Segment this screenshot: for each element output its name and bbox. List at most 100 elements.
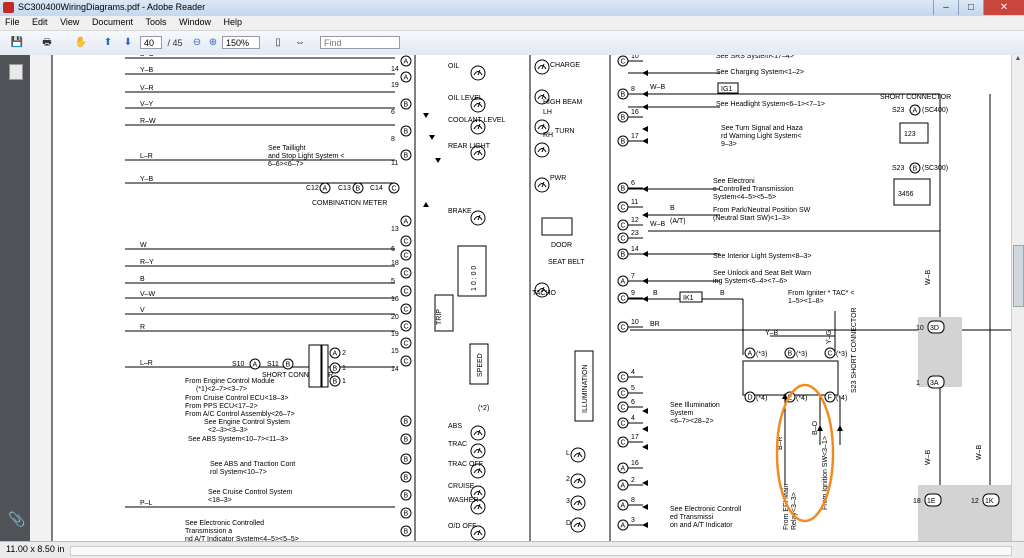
note-ect-left-2: Transmission a	[185, 528, 232, 535]
menu-file[interactable]: File	[0, 16, 25, 28]
connector-letter: B	[286, 362, 291, 369]
right-pin-number: 5	[631, 385, 635, 392]
wire-label-b2: B	[653, 290, 658, 297]
right-pin-number: 2	[631, 477, 635, 484]
document-view[interactable]: B–OY–BV–RV–YR–WL–RY–BWR–YBV–WVRL–RP–LA14…	[30, 55, 1012, 541]
arrow-icon	[642, 138, 648, 144]
wire-color-label: B–O	[140, 55, 155, 58]
2-label: 2	[566, 476, 570, 483]
left-pin-number: 11	[391, 160, 398, 167]
left-pin-number: 5	[391, 278, 395, 285]
hand-tool-icon[interactable]: ✋	[70, 35, 92, 51]
connector-letter: B	[404, 493, 409, 500]
note-turn-2: rd Warning Light System<	[721, 133, 801, 140]
connector-letter: B	[621, 252, 626, 259]
scroll-up-icon[interactable]: ▲	[1012, 55, 1024, 67]
horizontal-scrollbar[interactable]	[70, 546, 1012, 556]
connector-letter: B	[404, 129, 409, 136]
connector-letter: A	[621, 279, 626, 286]
zoom-select[interactable]: 150%	[222, 36, 260, 49]
right-pin-number: 23	[631, 230, 639, 237]
junction-pin: 1	[916, 380, 920, 387]
lamp-label: TRAC OFF	[448, 461, 483, 468]
diode-icon	[429, 135, 435, 140]
junction-pin: 10	[916, 325, 924, 332]
illumination-label: ILLUMINATION	[582, 365, 589, 414]
indicator-lamp	[534, 142, 550, 158]
junction-label: 1E	[927, 498, 936, 505]
right-pin-number: 12	[631, 217, 639, 224]
left-pin-number: 8	[391, 136, 395, 143]
close-button[interactable]: ✕	[983, 0, 1024, 15]
vertical-scrollbar[interactable]: ▲	[1011, 55, 1024, 541]
junction-block-lower	[918, 485, 1012, 541]
minimize-button[interactable]: –	[933, 0, 958, 15]
lh-label: LH	[543, 109, 552, 116]
indicator-lamp	[470, 65, 486, 81]
connector-letter: A	[621, 466, 626, 473]
fit-width-icon[interactable]: ⇔	[292, 35, 308, 51]
note-ect2-2: ed Transmissi	[670, 514, 714, 521]
ig1-label: IG1	[721, 86, 732, 93]
find-input[interactable]: Find	[320, 36, 400, 49]
next-page-icon[interactable]: ⬇	[120, 35, 136, 51]
scroll-thumb[interactable]	[1013, 245, 1024, 307]
wire-label-yg: Y–G	[826, 330, 833, 344]
s23-sc300: S23	[892, 165, 905, 172]
zoom-in-icon[interactable]: ⊕	[206, 35, 220, 51]
wire-label-wb5: W–B	[976, 445, 983, 461]
lamp-label: O/D OFF	[448, 523, 476, 530]
right-pin-number: 3	[631, 517, 635, 524]
wire-color-label: W	[140, 242, 147, 249]
connector-letter: B	[404, 153, 409, 160]
maximize-button[interactable]: □	[958, 0, 983, 15]
diode-icon	[423, 113, 429, 118]
ik1-label: IK1	[683, 295, 694, 302]
connector-letter: C	[621, 421, 626, 428]
note-park-2: (Neutral Start SW)<1–3>	[713, 215, 790, 222]
print-icon[interactable]: 🖶	[36, 35, 58, 51]
note-cruise-ecu: From Cruise Control ECU<18–3>	[185, 395, 289, 402]
connector-letter: B	[788, 351, 793, 358]
save-icon[interactable]: 💾	[8, 35, 26, 51]
menu-edit[interactable]: Edit	[27, 16, 53, 28]
page-number-input[interactable]: 40	[140, 36, 162, 49]
menu-window[interactable]: Window	[174, 16, 216, 28]
note-ect2-1: See Electronic Controll	[670, 506, 742, 513]
wire-label-wb2: W–B	[650, 221, 666, 228]
s23-sc400: S23	[892, 107, 905, 114]
zoom-out-icon[interactable]: ⊖	[190, 35, 204, 51]
menu-tools[interactable]: Tools	[140, 16, 171, 28]
wire-color-label: V–Y	[140, 101, 154, 108]
connector-letter: B	[621, 186, 626, 193]
connector-letter: C	[621, 325, 626, 332]
attachment-icon[interactable]: 📎	[8, 511, 25, 529]
indicator-lamp	[570, 517, 586, 533]
s23-marker: (*4)	[756, 395, 767, 402]
note-cruise-2: <18–3>	[208, 497, 232, 504]
left-pin-number: 6	[391, 109, 395, 116]
junction-label: 3D	[930, 325, 939, 332]
s11-label: S11	[267, 361, 279, 368]
menu-document[interactable]: Document	[87, 16, 138, 28]
menu-view[interactable]: View	[55, 16, 84, 28]
right-pin-number: 10	[631, 55, 639, 60]
note-engine-ctrl-1: See Engine Control System	[204, 419, 290, 426]
indicator-lamp	[570, 473, 586, 489]
previous-page-icon[interactable]: ⬆	[100, 35, 116, 51]
fit-page-icon[interactable]: ▯	[270, 35, 286, 51]
high-beam-label: HIGH BEAM	[543, 99, 582, 106]
connector-letter: C	[828, 351, 833, 358]
left-pin-number: 19	[391, 82, 399, 89]
connector-letter: C	[621, 375, 626, 382]
right-pin-number: 14	[631, 246, 639, 253]
menu-help[interactable]: Help	[219, 16, 248, 28]
adobe-reader-icon	[3, 2, 14, 13]
right-pin-number: 16	[631, 109, 639, 116]
note-ecm-1: From Engine Control Module	[185, 378, 275, 385]
wire-label-yb: Y–B	[765, 330, 779, 337]
note-abs-trac-1: See ABS and Traction Cont	[210, 461, 295, 468]
connector-letter: B	[333, 379, 338, 386]
pages-icon[interactable]	[9, 64, 23, 80]
s11-pin2: 1	[342, 378, 346, 385]
